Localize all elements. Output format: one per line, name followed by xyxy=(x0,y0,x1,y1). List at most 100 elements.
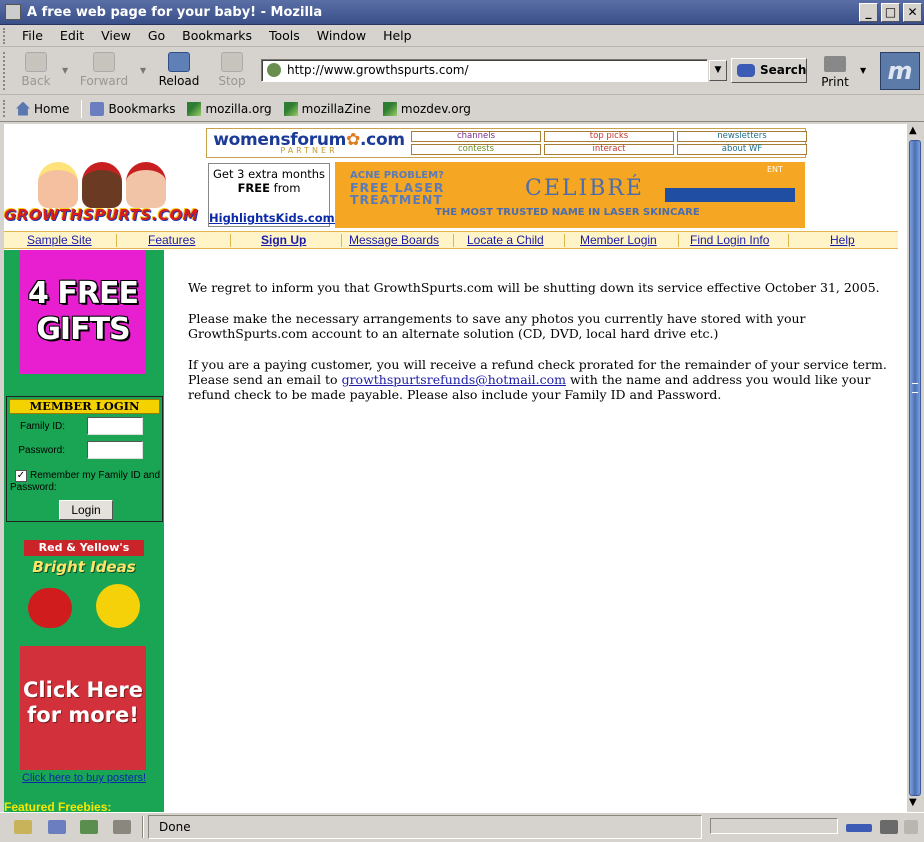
nav-separator xyxy=(564,234,565,247)
wf-link-about-wf[interactable]: about WF xyxy=(677,144,807,155)
bookmark-mozilla-org[interactable]: mozilla.org xyxy=(187,101,272,116)
stop-button[interactable]: Stop xyxy=(206,50,258,92)
family-id-input[interactable] xyxy=(87,417,143,435)
app-icon[interactable] xyxy=(5,4,21,20)
toolbar-separator xyxy=(81,99,83,118)
mm-promo-subtitle: Bright Ideas xyxy=(32,558,136,576)
nav-help[interactable]: Help xyxy=(830,233,855,247)
toolbar-grip[interactable] xyxy=(3,100,7,117)
hk-line1: Get 3 extra months xyxy=(212,167,326,181)
toolbar-grip[interactable] xyxy=(3,28,7,44)
window-titlebar: A free web page for your baby! - Mozilla… xyxy=(0,0,924,25)
refund-email-link[interactable]: growthspurtsrefunds@hotmail.com xyxy=(342,372,566,387)
baby-image xyxy=(82,162,122,208)
menu-tools[interactable]: Tools xyxy=(269,28,300,43)
site-nav: Sample Site Features Sign Up Message Boa… xyxy=(4,231,898,249)
menu-help[interactable]: Help xyxy=(383,28,412,43)
search-button[interactable]: Search xyxy=(731,58,807,83)
remember-label: Remember my Family ID and Password: xyxy=(10,470,161,493)
login-button[interactable]: Login xyxy=(59,500,113,520)
status-bar: Done xyxy=(0,812,924,842)
notice-paragraph-1: We regret to inform you that GrowthSpurt… xyxy=(188,280,880,295)
password-input[interactable] xyxy=(87,441,143,459)
wf-link-contests[interactable]: contests xyxy=(411,144,541,155)
address-book-icon[interactable] xyxy=(113,820,131,834)
reload-button[interactable]: Reload xyxy=(153,50,205,92)
family-id-label: Family ID: xyxy=(20,421,65,432)
mm-bright-ideas-promo[interactable]: Red & Yellow's Bright Ideas xyxy=(24,540,144,630)
popup-manager-icon[interactable] xyxy=(880,820,898,834)
wf-link-newsletters[interactable]: newsletters xyxy=(677,131,807,142)
left-sidebar: 4 FREE GIFTS MEMBER LOGIN Family ID: Pas… xyxy=(4,250,164,812)
back-dropdown-icon[interactable]: ▼ xyxy=(62,66,68,75)
nav-separator xyxy=(788,234,789,247)
minimize-button[interactable]: _ xyxy=(859,3,878,22)
bookmark-home-label: Home xyxy=(34,101,70,116)
wf-link-channels[interactable]: channels xyxy=(411,131,541,142)
window-title: A free web page for your baby! - Mozilla xyxy=(27,4,323,20)
scroll-up-icon[interactable]: ▲ xyxy=(909,125,917,136)
nav-features[interactable]: Features xyxy=(148,233,195,247)
highlights-kids-ad[interactable]: Get 3 extra months FREE from HighlightsK… xyxy=(208,163,340,227)
vertical-scrollbar[interactable]: ▲ ▼ xyxy=(907,124,923,812)
click-here-promo[interactable]: Click Here for more! xyxy=(20,646,146,770)
nav-separator xyxy=(341,234,342,247)
url-history-dropdown[interactable]: ▼ xyxy=(709,60,727,81)
nav-member-login[interactable]: Member Login xyxy=(580,233,657,247)
mail-icon[interactable] xyxy=(48,820,66,834)
bookmark-icon xyxy=(382,101,397,116)
back-button[interactable]: Back xyxy=(10,50,62,92)
womensforum-logo[interactable]: womensforum✿.com PARTNER xyxy=(209,130,409,156)
celibre-blue-block xyxy=(665,188,795,202)
scroll-down-icon[interactable]: ▼ xyxy=(909,797,917,808)
free-gifts-promo[interactable]: 4 FREE GIFTS xyxy=(20,250,146,374)
celibre-ad-banner[interactable]: ACNE PROBLEM? FREE LASER TREATMENT CELIBR… xyxy=(335,162,805,228)
bookmark-icon xyxy=(283,101,298,116)
baby-image xyxy=(126,162,166,208)
bookmark-bookmarks-label: Bookmarks xyxy=(108,101,176,116)
red-mm-character-icon xyxy=(28,588,72,628)
menu-edit[interactable]: Edit xyxy=(60,28,84,43)
bookmark-home[interactable]: Home xyxy=(16,101,70,116)
baby-image xyxy=(38,162,78,208)
print-button[interactable]: Print xyxy=(815,52,855,90)
composer-icon[interactable] xyxy=(80,820,98,834)
hk-link[interactable]: HighlightsKids.com! xyxy=(209,211,340,225)
page-proxy-icon[interactable] xyxy=(267,63,281,77)
buy-posters-link[interactable]: Click here to buy posters! xyxy=(4,772,164,784)
nav-message-boards[interactable]: Message Boards xyxy=(349,233,439,247)
mozilla-logo[interactable]: m xyxy=(880,52,920,90)
forward-button[interactable]: Forward xyxy=(78,50,130,92)
bookmark-mozdev-org[interactable]: mozdev.org xyxy=(382,101,471,116)
nav-locate-a-child[interactable]: Locate a Child xyxy=(467,233,544,247)
forward-dropdown-icon[interactable]: ▼ xyxy=(140,66,146,75)
celibre-laser-2: TREATMENT xyxy=(350,192,443,207)
bookmark-bookmarks[interactable]: Bookmarks xyxy=(90,101,176,116)
menu-window[interactable]: Window xyxy=(317,28,366,43)
url-bar[interactable]: http://www.growthspurts.com/ xyxy=(261,59,708,82)
menu-go[interactable]: Go xyxy=(148,28,165,43)
mm-promo-title: Red & Yellow's xyxy=(24,540,144,556)
celibre-ent: ENT xyxy=(767,165,783,174)
nav-sign-up[interactable]: Sign Up xyxy=(261,233,306,247)
menu-view[interactable]: View xyxy=(101,28,131,43)
maximize-button[interactable]: □ xyxy=(881,3,900,22)
remember-checkbox[interactable]: ✓ xyxy=(15,470,27,482)
growthspurts-logo[interactable]: GROWTHSPURTS.COM xyxy=(4,162,204,230)
print-dropdown-icon[interactable]: ▼ xyxy=(860,66,866,75)
close-button[interactable]: ✕ xyxy=(903,3,922,22)
url-text: http://www.growthspurts.com/ xyxy=(287,63,469,77)
navigator-icon[interactable] xyxy=(14,820,32,834)
wf-link-top-picks[interactable]: top picks xyxy=(544,131,674,142)
scrollbar-thumb[interactable] xyxy=(909,140,921,796)
online-status-icon[interactable] xyxy=(846,824,872,832)
wf-link-interact[interactable]: interact xyxy=(544,144,674,155)
nav-find-login-info[interactable]: Find Login Info xyxy=(690,233,769,247)
toolbar-grip[interactable] xyxy=(3,52,7,90)
status-divider xyxy=(142,816,144,838)
nav-sample-site[interactable]: Sample Site xyxy=(27,233,92,247)
menu-file[interactable]: File xyxy=(22,28,43,43)
menu-bookmarks[interactable]: Bookmarks xyxy=(182,28,252,43)
member-login-title: MEMBER LOGIN xyxy=(9,399,160,414)
bookmark-mozillazine[interactable]: mozillaZine xyxy=(283,101,371,116)
